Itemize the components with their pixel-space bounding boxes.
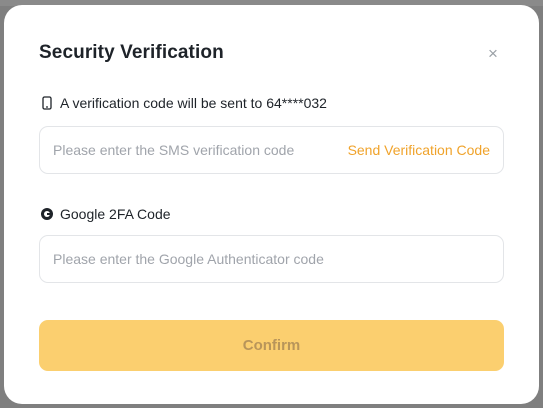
phone-icon bbox=[40, 96, 54, 110]
google-code-input[interactable] bbox=[53, 236, 493, 282]
google-code-field[interactable] bbox=[39, 235, 504, 283]
confirm-button[interactable]: Confirm bbox=[39, 320, 504, 371]
sms-code-input[interactable] bbox=[53, 127, 333, 173]
sms-code-field[interactable]: Send Verification Code bbox=[39, 126, 504, 174]
google-2fa-label: Google 2FA Code bbox=[60, 206, 171, 222]
close-icon[interactable]: × bbox=[486, 45, 500, 62]
security-verification-dialog: Security Verification × A verification c… bbox=[4, 5, 539, 404]
send-verification-code-button[interactable]: Send Verification Code bbox=[348, 142, 490, 158]
google-2fa-row: Google 2FA Code bbox=[40, 206, 171, 222]
google-icon bbox=[40, 207, 54, 221]
dialog-title: Security Verification bbox=[39, 42, 224, 63]
sms-info-label: A verification code will be sent to 64**… bbox=[60, 95, 327, 111]
sms-info-row: A verification code will be sent to 64**… bbox=[40, 95, 327, 111]
